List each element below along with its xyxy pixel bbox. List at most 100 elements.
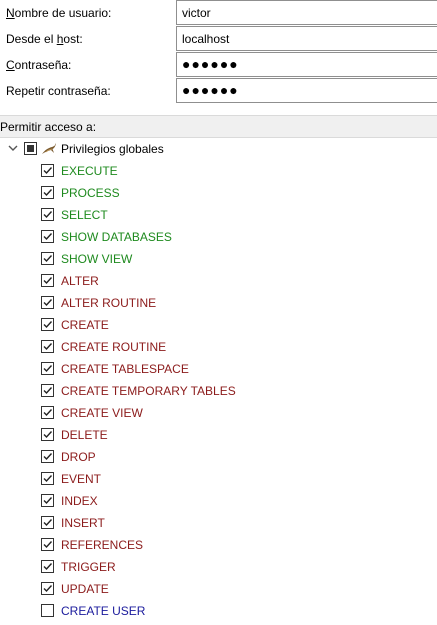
privilege-checkbox[interactable] [41,582,54,595]
checkmark-icon [43,321,53,329]
privilege-item[interactable]: ALTER ROUTINE [0,292,437,314]
host-label-accel: h [56,32,64,46]
privilege-item[interactable]: INSERT [0,512,437,534]
checkmark-icon [43,211,53,219]
privilege-checkbox[interactable] [41,428,54,441]
checkmark-icon [43,167,53,175]
checkmark-icon [43,497,53,505]
password-label-accel: C [6,58,15,72]
privilege-label: DROP [61,450,96,464]
sakila-dolphin-icon [40,140,58,158]
username-row: Nombre de usuario: [0,0,437,26]
password-input[interactable]: ●●●●●● [176,52,437,77]
username-label-text: ombre de usuario: [14,6,112,20]
tree-node-global-privileges[interactable]: Privilegios globales [0,138,437,160]
privilege-item[interactable]: CREATE TABLESPACE [0,358,437,380]
username-input[interactable] [176,0,437,25]
privilege-checkbox[interactable] [41,362,54,375]
privilege-item[interactable]: TRIGGER [0,556,437,578]
privilege-checkbox[interactable] [41,274,54,287]
host-label: Desde el host: [6,32,83,46]
checkmark-icon [43,409,53,417]
checkmark-icon [43,277,53,285]
privilege-item[interactable]: CREATE ROUTINE [0,336,437,358]
privilege-checkbox[interactable] [41,406,54,419]
tree-node-label: Privilegios globales [61,142,164,156]
privilege-item[interactable]: EVENT [0,468,437,490]
password-row: Contraseña: ●●●●●● [0,52,437,78]
privilege-checkbox[interactable] [41,560,54,573]
checkmark-icon [43,563,53,571]
privilege-item[interactable]: REFERENCES [0,534,437,556]
privilege-checkbox[interactable] [41,208,54,221]
checkmark-icon [43,475,53,483]
privilege-checkbox[interactable] [41,384,54,397]
repeat-password-input[interactable]: ●●●●●● [176,78,437,103]
privilege-label: REFERENCES [61,538,144,552]
privilege-checkbox[interactable] [41,230,54,243]
privilege-label: SHOW DATABASES [61,230,172,244]
privilege-item[interactable]: CREATE TEMPORARY TABLES [0,380,437,402]
checkmark-icon [43,365,53,373]
checkmark-icon [43,343,53,351]
privilege-checkbox[interactable] [41,186,54,199]
checkmark-icon [43,541,53,549]
privilege-item[interactable]: SHOW DATABASES [0,226,437,248]
checkmark-icon [43,519,53,527]
privilege-item[interactable]: EXECUTE [0,160,437,182]
privilege-label: TRIGGER [61,560,116,574]
username-label-accel: N [6,6,15,20]
privilege-item[interactable]: INDEX [0,490,437,512]
privilege-label: CREATE TEMPORARY TABLES [61,384,236,398]
checkmark-icon [43,299,53,307]
privilege-item[interactable]: CREATE VIEW [0,402,437,424]
host-row: Desde el host: [0,26,437,52]
privilege-label: CREATE USER [61,604,146,618]
privilege-label: PROCESS [61,186,120,200]
password-label: Contraseña: [6,58,71,72]
privilege-label: SELECT [61,208,108,222]
password-label-text: ontraseña: [14,58,72,72]
privilege-checkbox[interactable] [41,472,54,485]
privilege-item[interactable]: DROP [0,446,437,468]
privilege-item[interactable]: CREATE USER [0,600,437,622]
privilege-label: DELETE [61,428,108,442]
privilege-checkbox[interactable] [41,164,54,177]
privilege-checkbox[interactable] [41,604,54,617]
privilege-label: ALTER [61,274,99,288]
privilege-item[interactable]: UPDATE [0,578,437,600]
chevron-down-icon[interactable] [7,142,19,154]
repeat-password-label: Repetir contraseña: [6,84,111,98]
privilege-item[interactable]: CREATE [0,314,437,336]
checkmark-icon [43,453,53,461]
checkmark-icon [43,431,53,439]
privilege-item[interactable]: DELETE [0,424,437,446]
privilege-checkbox[interactable] [41,494,54,507]
privilege-label: CREATE [61,318,109,332]
privilege-label: INDEX [61,494,98,508]
checkmark-icon [43,189,53,197]
checkmark-icon [43,585,53,593]
privilege-checkbox[interactable] [41,450,54,463]
privilege-checkbox[interactable] [41,516,54,529]
privilege-item[interactable]: PROCESS [0,182,437,204]
privilege-label: ALTER ROUTINE [61,296,157,310]
privilege-item[interactable]: ALTER [0,270,437,292]
privilege-checkbox[interactable] [41,252,54,265]
privilege-checkbox[interactable] [41,296,54,309]
privilege-label: INSERT [61,516,105,530]
privilege-item[interactable]: SHOW VIEW [0,248,437,270]
privilege-checkbox[interactable] [41,538,54,551]
privilege-label: SHOW VIEW [61,252,133,266]
privilege-label: CREATE TABLESPACE [61,362,189,376]
access-section-header: Permitir acceso a: [0,115,437,138]
privilege-label: CREATE ROUTINE [61,340,167,354]
privilege-item[interactable]: SELECT [0,204,437,226]
host-input[interactable] [176,26,437,51]
tristate-checkbox[interactable] [24,142,37,155]
checkmark-icon [43,233,53,241]
privilege-label: EXECUTE [61,164,118,178]
access-section-label: Permitir acceso a: [0,120,97,134]
privilege-checkbox[interactable] [41,318,54,331]
privilege-checkbox[interactable] [41,340,54,353]
